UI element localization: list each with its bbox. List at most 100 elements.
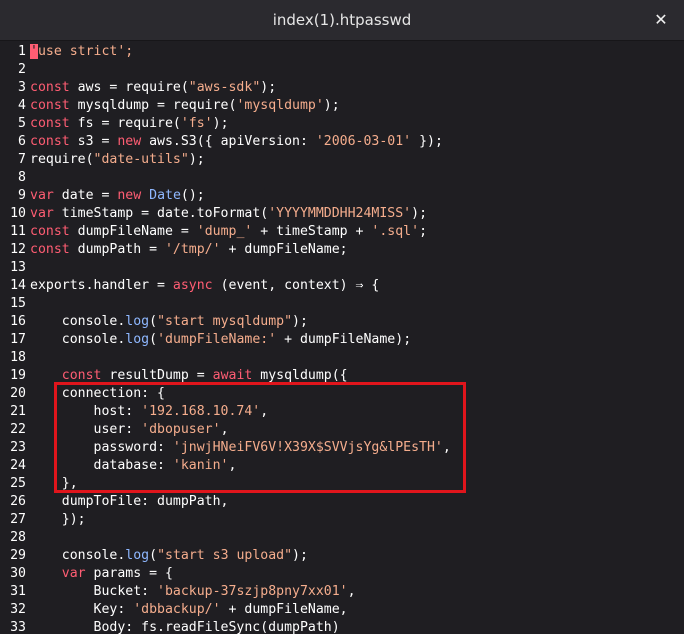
code-token: console. (30, 548, 126, 563)
line-code: const s3 = new aws.S3({ apiVersion: '200… (26, 133, 443, 151)
line-number: 26 (10, 494, 26, 509)
code-line: 2 (0, 61, 30, 79)
code-token: exports.handler = (30, 278, 173, 293)
code-token: Body: fs.readFileSync(dumpPath) (30, 620, 340, 634)
code-token: dumpPath = (69, 242, 165, 257)
line-code: const mysqldump = require('mysqldump'); (26, 97, 340, 115)
line-number: 7 (18, 152, 26, 167)
code-token: ' (30, 44, 38, 59)
code-token: ); (411, 206, 428, 221)
line-code: exports.handler = async (event, context)… (26, 277, 379, 295)
code-token: "aws-sdk" (188, 80, 261, 95)
code-line: 27 }); (0, 511, 85, 529)
code-token: + dumpFileName, (220, 602, 348, 617)
code-token: const (30, 98, 70, 113)
code-token: const (30, 80, 70, 95)
code-token: async (172, 278, 213, 293)
line-number: 15 (10, 296, 26, 311)
line-number: 8 (18, 170, 26, 185)
code-line: 29 console.log("start s3 upload"); (0, 547, 308, 565)
line-number: 25 (10, 476, 26, 491)
code-line: 1'use strict'; (0, 43, 133, 61)
code-token: }); (411, 134, 443, 149)
code-line: 6 const s3 = new aws.S3({ apiVersion: '20… (0, 133, 443, 151)
code-token: var (30, 188, 54, 203)
code-token: new (117, 188, 142, 203)
credentials-highlight-box (54, 382, 466, 493)
code-token: Bucket: (30, 584, 158, 599)
code-token: aws = require( (69, 80, 189, 95)
line-code: dumpToFile: dumpPath, (26, 493, 229, 511)
code-token: fs = require( (69, 116, 181, 131)
window-title: index(1).htpasswd (272, 11, 412, 29)
line-code: var date = new Date(); (26, 187, 205, 205)
line-number: 21 (10, 404, 26, 419)
editor-window: index(1).htpasswd ✕ 1'use strict'; 2 3 cons… (0, 0, 684, 634)
line-number: 32 (10, 602, 26, 617)
code-editor[interactable]: 1'use strict'; 2 3 const aws = require("aws… (0, 41, 684, 634)
code-token: console. (30, 332, 126, 347)
code-token: ); (323, 98, 340, 113)
code-token: 'dumpFileName:' (157, 332, 277, 347)
code-line: 5 const fs = require('fs'); (0, 115, 229, 133)
line-number: 14 (10, 278, 26, 293)
line-number: 4 (18, 98, 26, 113)
line-code: Body: fs.readFileSync(dumpPath) (26, 619, 340, 634)
line-number: 13 (10, 260, 26, 275)
code-token: ); (292, 314, 308, 329)
code-token: const (61, 368, 102, 383)
line-number: 28 (10, 530, 26, 545)
code-token: log (125, 548, 150, 563)
code-token: s3 = (69, 134, 118, 149)
line-number: 22 (10, 422, 26, 437)
line-number: 29 (10, 548, 26, 563)
code-token: var (61, 566, 86, 581)
code-line: 28 (0, 529, 30, 547)
code-token: ); (260, 80, 277, 95)
code-token: '/tmp/' (164, 242, 221, 257)
code-token: dumpFileName = (69, 224, 197, 239)
code-token: + dumpFileName); (276, 332, 412, 347)
code-token: const (30, 134, 70, 149)
code-token: Date (149, 188, 181, 203)
line-number: 5 (18, 116, 26, 131)
line-code: require("date-utils"); (26, 151, 205, 169)
line-number: 20 (10, 386, 26, 401)
code-token: const (30, 224, 70, 239)
line-code: const fs = require('fs'); (26, 115, 229, 133)
code-token: (); (180, 188, 205, 203)
code-token: ( (149, 314, 158, 329)
line-number: 18 (10, 350, 26, 365)
code-token: (event, context) ⇒ { (212, 278, 380, 293)
line-code: console.log('dumpFileName:' + dumpFileNa… (26, 331, 411, 349)
code-token: require( (30, 152, 94, 167)
title-bar: index(1).htpasswd ✕ (0, 0, 684, 41)
line-number: 10 (10, 206, 26, 221)
code-token: ( (149, 332, 158, 347)
code-token: const (30, 116, 70, 131)
code-token: 'fs' (180, 116, 213, 131)
line-code: var timeStamp = date.toFormat('YYYYMMDDH… (26, 205, 427, 223)
code-line: 26 dumpToFile: dumpPath, (0, 493, 229, 511)
line-number: 19 (10, 368, 26, 383)
line-number: 2 (18, 62, 26, 77)
line-code: Bucket: 'backup-37szjp8pny7xx01', (26, 583, 356, 601)
code-token: 'YYYYMMDDHH24MISS' (268, 206, 412, 221)
code-token: new (117, 134, 142, 149)
code-line: 3 const aws = require("aws-sdk"); (0, 79, 276, 97)
code-line: 13 (0, 259, 30, 277)
line-number: 16 (10, 314, 26, 329)
line-number: 11 (10, 224, 26, 239)
code-token: mysqldump = require( (69, 98, 237, 113)
code-line: 30 var params = { (0, 565, 173, 583)
code-token: Key: (30, 602, 134, 617)
code-token: 'dbbackup/' (133, 602, 221, 617)
code-token: aws.S3({ apiVersion: (141, 134, 316, 149)
code-token: timeStamp = date.toFormat( (53, 206, 269, 221)
code-line: 33 Body: fs.readFileSync(dumpPath) (0, 619, 340, 634)
code-token: dumpToFile: dumpPath, (30, 494, 229, 509)
close-icon[interactable]: ✕ (648, 7, 674, 33)
